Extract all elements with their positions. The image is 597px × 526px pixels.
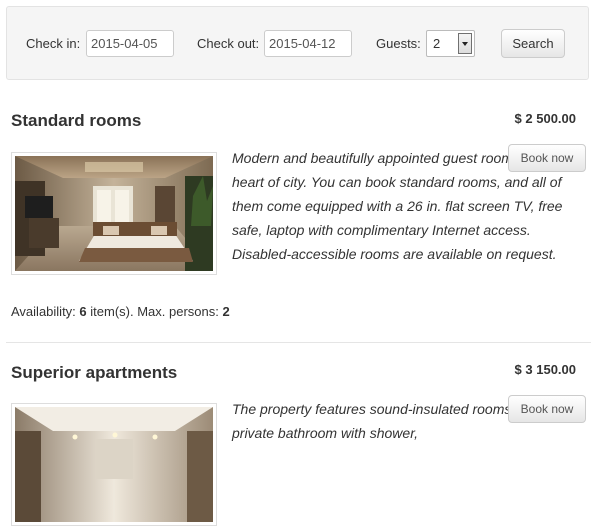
book-now-button[interactable]: Book now <box>508 395 586 423</box>
room-title[interactable]: Superior apartments <box>11 363 177 383</box>
room-price: $ 3 150.00 <box>514 362 576 377</box>
room-photo[interactable] <box>11 403 217 526</box>
apartment-photo-image <box>15 407 213 522</box>
room-listing-superior: Superior apartments $ 3 150.00 The prope… <box>0 0 597 526</box>
